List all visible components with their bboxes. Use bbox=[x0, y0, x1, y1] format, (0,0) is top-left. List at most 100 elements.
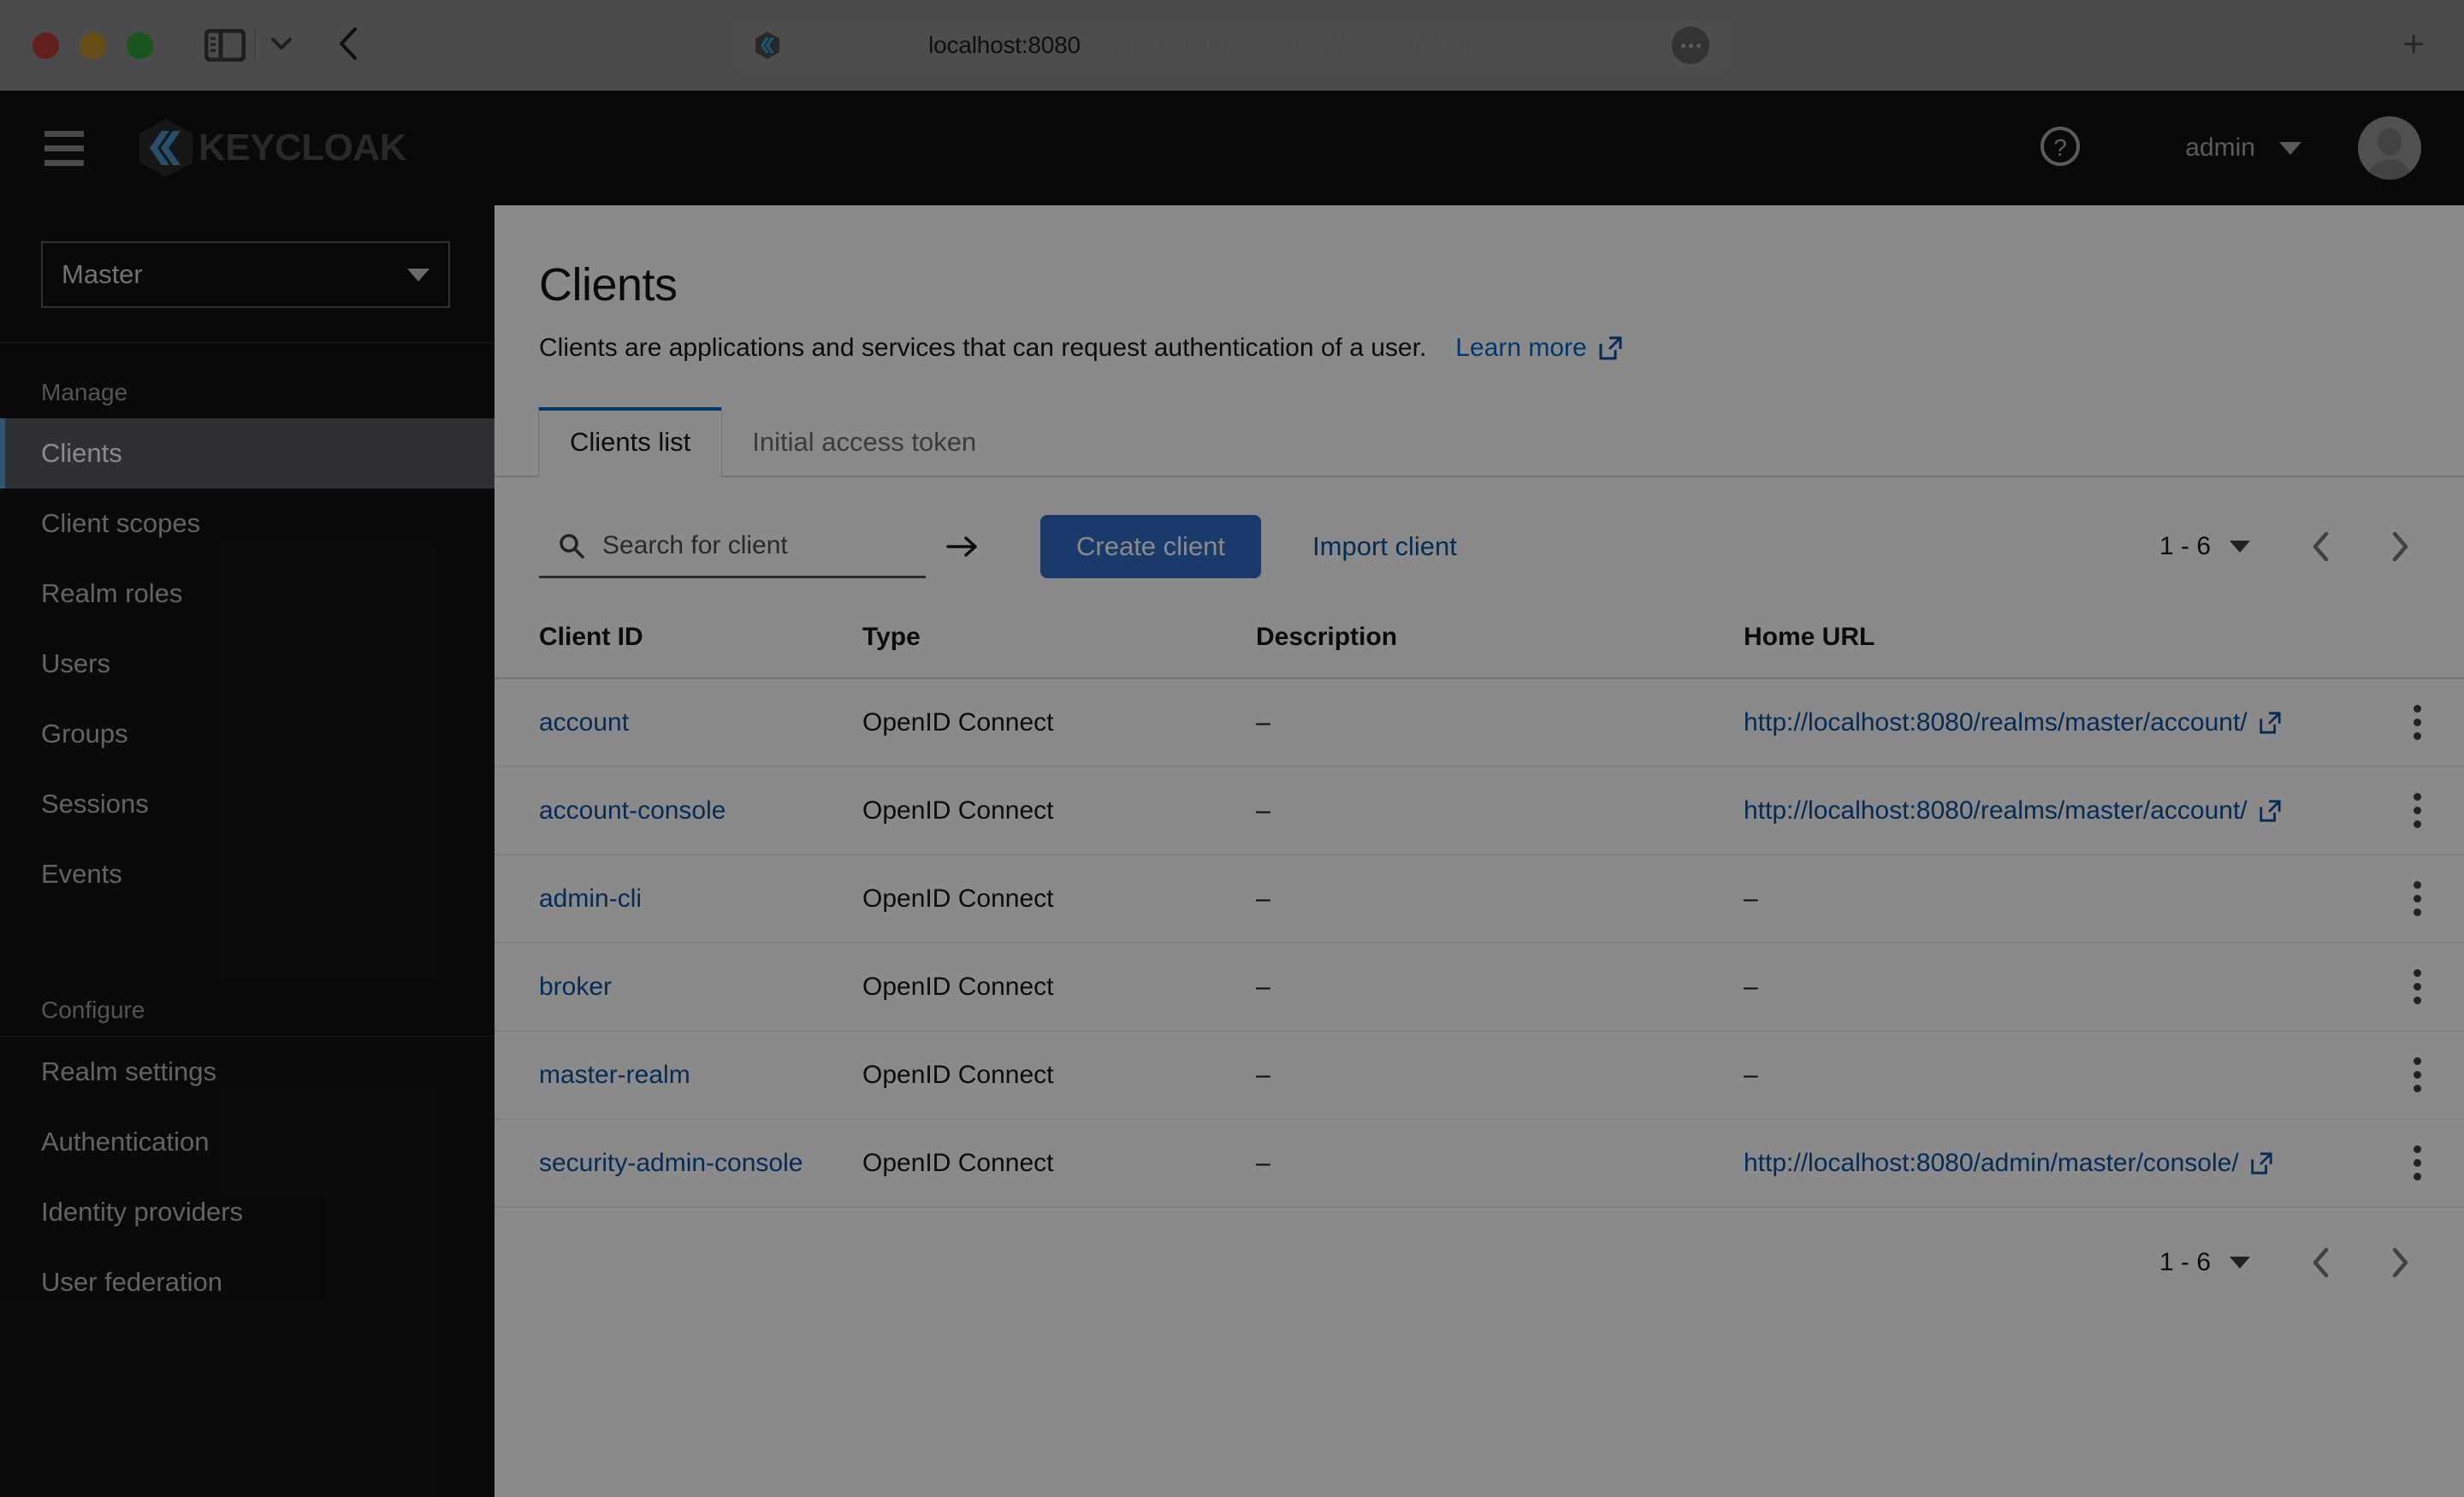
tab-initial-access-token[interactable]: Initial access token bbox=[721, 407, 1007, 477]
home-url-text: http://localhost:8080/realms/master/acco… bbox=[1744, 796, 2248, 825]
client-description: – bbox=[1256, 796, 1270, 825]
sidebar-item-sessions[interactable]: Sessions bbox=[0, 769, 495, 839]
column-header-client-id[interactable]: Client ID bbox=[495, 609, 862, 679]
home-url-link[interactable]: http://localhost:8080/realms/master/acco… bbox=[1744, 708, 2282, 737]
external-link-icon bbox=[1597, 335, 1623, 361]
column-header-type[interactable]: Type bbox=[862, 609, 1256, 679]
back-arrow-icon[interactable] bbox=[336, 25, 362, 67]
table-row: admin-cli OpenID Connect – – bbox=[495, 855, 2464, 944]
row-actions-kebab-icon[interactable] bbox=[2370, 1145, 2464, 1180]
sidebar-toggle-icon[interactable] bbox=[204, 29, 246, 62]
client-type: OpenID Connect bbox=[862, 884, 1054, 913]
sidebar-item-label: Users bbox=[41, 648, 110, 678]
chevron-down-icon[interactable] bbox=[2230, 1257, 2250, 1269]
more-options-icon[interactable] bbox=[1672, 27, 1709, 64]
maximize-window-button[interactable] bbox=[127, 32, 153, 59]
import-client-link[interactable]: Import client bbox=[1312, 531, 1457, 562]
sidebar-item-label: Clients bbox=[41, 438, 122, 468]
learn-more-link[interactable]: Learn more bbox=[1455, 334, 1622, 363]
table-row: account OpenID Connect – http://localhos… bbox=[495, 678, 2464, 767]
sidebar-item-label: User federation bbox=[41, 1267, 222, 1297]
search-icon bbox=[558, 532, 585, 559]
address-bar[interactable]: localhost:8080/admin/master/console/#/ma… bbox=[736, 21, 1728, 70]
next-page-button[interactable] bbox=[2389, 530, 2411, 564]
client-description: – bbox=[1256, 884, 1270, 913]
sidebar-item-realm-roles[interactable]: Realm roles bbox=[0, 559, 495, 629]
pagination-bottom: 1 - 6 bbox=[495, 1208, 2464, 1280]
brand-logo-area[interactable]: KEYCLOAK bbox=[137, 117, 406, 179]
sidebar-item-label: Events bbox=[41, 859, 122, 889]
client-id-link[interactable]: account bbox=[539, 708, 629, 737]
previous-page-button[interactable] bbox=[2310, 1246, 2332, 1280]
chevron-down-icon bbox=[407, 268, 429, 281]
home-url-link[interactable]: http://localhost:8080/realms/master/acco… bbox=[1744, 796, 2282, 825]
client-id-link[interactable]: admin-cli bbox=[539, 885, 642, 913]
client-type: OpenID Connect bbox=[862, 1060, 1054, 1089]
global-navigation-toggle-icon[interactable] bbox=[44, 130, 84, 166]
close-window-button[interactable] bbox=[33, 32, 59, 59]
search-input[interactable]: Search for client bbox=[539, 515, 926, 578]
realm-selector[interactable]: Master bbox=[41, 241, 450, 308]
client-id-link[interactable]: broker bbox=[539, 973, 612, 1001]
column-header-description[interactable]: Description bbox=[1256, 609, 1744, 679]
home-url-text: – bbox=[1744, 972, 1758, 1001]
user-menu-label[interactable]: admin bbox=[2185, 133, 2255, 163]
sidebar-item-label: Realm roles bbox=[41, 578, 183, 608]
create-client-button[interactable]: Create client bbox=[1040, 515, 1262, 578]
sidebar-item-user-federation[interactable]: User federation bbox=[0, 1247, 495, 1317]
tab-label: Clients list bbox=[570, 427, 691, 457]
client-id-link[interactable]: account-console bbox=[539, 796, 726, 825]
pagination-range: 1 - 6 bbox=[2159, 1248, 2211, 1276]
keycloak-logo-icon bbox=[137, 117, 195, 179]
home-url-link[interactable]: http://localhost:8080/admin/master/conso… bbox=[1744, 1149, 2273, 1178]
row-actions-kebab-icon[interactable] bbox=[2370, 1057, 2464, 1092]
tab-clients-list[interactable]: Clients list bbox=[539, 407, 722, 477]
sidebar-item-client-scopes[interactable]: Client scopes bbox=[0, 488, 495, 559]
page-header: Clients Clients are applications and ser… bbox=[495, 205, 2464, 363]
client-id-link[interactable]: security-admin-console bbox=[539, 1149, 803, 1177]
row-actions-kebab-icon[interactable] bbox=[2370, 881, 2464, 916]
table-row: account-console OpenID Connect – http://… bbox=[495, 766, 2464, 855]
external-link-icon bbox=[2258, 711, 2282, 735]
column-header-home-url[interactable]: Home URL bbox=[1744, 609, 2370, 679]
chevron-down-icon[interactable] bbox=[2279, 141, 2301, 155]
page-subtitle: Clients are applications and services th… bbox=[539, 334, 1427, 362]
sidebar-item-realm-settings[interactable]: Realm settings bbox=[0, 1037, 495, 1107]
sidebar-item-users[interactable]: Users bbox=[0, 629, 495, 699]
search-submit-button[interactable] bbox=[926, 515, 999, 578]
client-type: OpenID Connect bbox=[862, 707, 1054, 737]
sidebar-item-clients[interactable]: Clients bbox=[0, 418, 495, 488]
row-actions-kebab-icon[interactable] bbox=[2370, 705, 2464, 740]
table-row: security-admin-console OpenID Connect – … bbox=[495, 1119, 2464, 1208]
home-url-text: http://localhost:8080/realms/master/acco… bbox=[1744, 707, 2248, 737]
browser-chrome: localhost:8080/admin/master/console/#/ma… bbox=[0, 0, 2464, 91]
minimize-window-button[interactable] bbox=[80, 32, 106, 59]
row-actions-kebab-icon[interactable] bbox=[2370, 969, 2464, 1004]
help-icon[interactable]: ? bbox=[2038, 124, 2082, 173]
sidebar-item-label: Sessions bbox=[41, 789, 149, 819]
sidebar-item-authentication[interactable]: Authentication bbox=[0, 1107, 495, 1177]
sidebar-item-identity-providers[interactable]: Identity providers bbox=[0, 1177, 495, 1247]
sidebar-item-label: Realm settings bbox=[41, 1056, 217, 1086]
new-tab-button[interactable]: + bbox=[2402, 26, 2425, 63]
client-description: – bbox=[1256, 707, 1270, 737]
sidebar-item-groups[interactable]: Groups bbox=[0, 699, 495, 769]
client-id-link[interactable]: master-realm bbox=[539, 1061, 690, 1089]
address-host: localhost:8080 bbox=[928, 32, 1081, 58]
chevron-down-icon[interactable] bbox=[268, 34, 295, 57]
sidebar-item-events[interactable]: Events bbox=[0, 839, 495, 909]
create-client-highlight: Create client bbox=[1028, 503, 1274, 590]
address-bar-text: localhost:8080/admin/master/console/#/ma… bbox=[755, 32, 1663, 59]
nav-group-title-manage: Manage bbox=[41, 379, 128, 405]
tab-bar: Clients list Initial access token bbox=[495, 407, 2464, 477]
row-actions-kebab-icon[interactable] bbox=[2370, 793, 2464, 828]
next-page-button[interactable] bbox=[2389, 1246, 2411, 1280]
pagination-nav bbox=[2310, 1246, 2411, 1280]
previous-page-button[interactable] bbox=[2310, 530, 2332, 564]
sidebar-item-label: Identity providers bbox=[41, 1197, 244, 1227]
client-type: OpenID Connect bbox=[862, 796, 1054, 825]
chevron-down-icon[interactable] bbox=[2230, 541, 2250, 553]
avatar[interactable] bbox=[2358, 116, 2421, 180]
sidebar-item-label: Authentication bbox=[41, 1127, 210, 1157]
realm-selector-wrapper: Master bbox=[0, 205, 495, 342]
